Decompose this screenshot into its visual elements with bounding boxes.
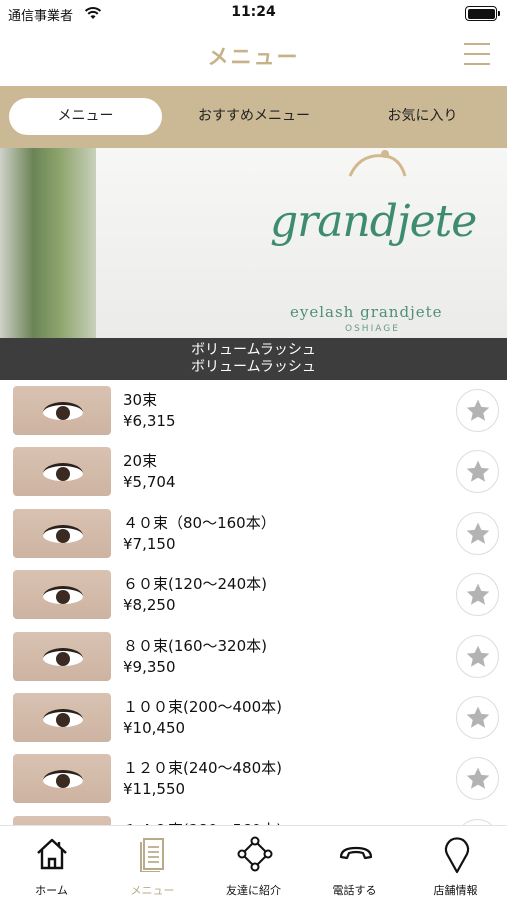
star-icon (466, 399, 490, 421)
tab-label-home: ホーム (35, 884, 68, 897)
eyelash-thumbnail (13, 693, 111, 742)
tab-bar: ホーム メニュー 友達に紹介 電話する 店舗情報 (0, 825, 507, 900)
item-name: 20束 (123, 452, 158, 471)
favorite-button[interactable] (456, 450, 499, 494)
battery-icon (465, 6, 500, 21)
star-icon (466, 461, 490, 483)
star-icon (466, 522, 490, 544)
eyelash-thumbnail (13, 386, 111, 435)
tab-label-menu: メニュー (130, 884, 175, 897)
item-name: ６０束(120〜240本) (123, 575, 267, 594)
hero-logo-script: grandjete (270, 196, 477, 247)
star-icon (466, 645, 490, 667)
item-name: １００束(200〜400本) (123, 698, 282, 716)
hero-plant-background (0, 148, 110, 338)
eyelash-thumbnail (13, 631, 111, 681)
item-price: ¥9,350 (123, 657, 176, 676)
list-item[interactable]: ８０束(160〜320本) ¥9,350 (0, 626, 507, 687)
navigation-bar: メニュー (0, 28, 507, 86)
list-item[interactable]: １００束(200〜400本) ¥10,450 (0, 687, 507, 748)
item-price: ¥10,450 (123, 719, 186, 737)
item-price: ¥7,150 (123, 534, 176, 553)
tab-label-call: 電話する (332, 884, 377, 897)
category-subtitle: ボリュームラッシュ (191, 359, 316, 375)
category-header: ボリュームラッシュ ボリュームラッシュ (0, 338, 507, 380)
item-name: ４０束（80〜160本） (123, 513, 276, 532)
hero-image: grandjete eyelash grandjete OSHIAGE (0, 148, 507, 338)
item-price: ¥5,704 (123, 473, 176, 492)
list-item[interactable]: ４０束（80〜160本） ¥7,150 (0, 503, 507, 564)
favorite-button[interactable] (456, 696, 499, 739)
item-name: １２０束(240〜480本) (123, 759, 282, 778)
favorite-button[interactable] (456, 389, 499, 432)
eyelash-thumbnail (13, 754, 111, 804)
tab-share[interactable]: 友達に紹介 (203, 826, 304, 900)
item-price: ¥11,550 (123, 780, 186, 799)
segment-tab-favorites[interactable]: お気に入り (345, 98, 500, 135)
home-icon (37, 838, 67, 870)
list-item[interactable]: 20束 ¥5,704 (0, 441, 507, 502)
list-item[interactable]: １４０束(280〜560本) (0, 810, 507, 825)
tab-menu[interactable]: メニュー (102, 826, 203, 900)
eyelash-thumbnail (13, 447, 111, 497)
list-item[interactable]: ６０束(120〜240本) ¥8,250 (0, 564, 507, 625)
tab-store-info[interactable]: 店舗情報 (405, 826, 506, 900)
hero-location: OSHIAGE (345, 324, 400, 334)
tab-label-share: 友達に紹介 (226, 884, 281, 897)
segment-control: メニュー おすすめメニュー お気に入り (0, 86, 507, 148)
menu-document-icon (140, 838, 164, 872)
favorite-button[interactable] (456, 573, 499, 617)
status-bar: 通信事業者 11:24 (0, 0, 507, 28)
hamburger-menu-icon[interactable] (464, 43, 490, 65)
clock: 11:24 (231, 4, 276, 20)
tab-home[interactable]: ホーム (1, 826, 102, 900)
map-pin-icon (444, 837, 470, 874)
menu-list: 30束 ¥6,315 20束 ¥5,704 ４０束（80〜160本） ¥7,150 ６０束(… (0, 380, 507, 825)
tab-label-store-info: 店舗情報 (433, 884, 478, 897)
star-icon (466, 768, 490, 790)
star-icon (466, 583, 490, 605)
page-title: メニュー (207, 45, 300, 69)
category-title: ボリュームラッシュ (191, 342, 316, 358)
tab-call[interactable]: 電話する (304, 826, 405, 900)
item-price: ¥6,315 (123, 412, 176, 430)
favorite-button[interactable] (456, 634, 499, 678)
list-item[interactable]: １２０束(240〜480本) ¥11,550 (0, 748, 507, 809)
item-price: ¥8,250 (123, 596, 176, 615)
star-icon (466, 706, 490, 728)
favorite-button[interactable] (456, 511, 499, 555)
eyelash-thumbnail (13, 508, 111, 558)
segment-tab-menu[interactable]: メニュー (9, 98, 162, 135)
item-name: 30束 (123, 391, 158, 409)
favorite-button[interactable] (456, 757, 499, 801)
item-name: ８０束(160〜320本) (123, 636, 267, 655)
phone-icon (339, 846, 373, 860)
eyelash-thumbnail (13, 570, 111, 620)
segment-tab-recommended[interactable]: おすすめメニュー (180, 98, 328, 135)
crown-logo-icon (348, 150, 407, 177)
eyelash-thumbnail (13, 815, 111, 825)
hero-subtitle: eyelash grandjete (290, 303, 443, 321)
list-item[interactable]: 30束 ¥6,315 (0, 380, 507, 441)
share-icon (237, 836, 273, 872)
